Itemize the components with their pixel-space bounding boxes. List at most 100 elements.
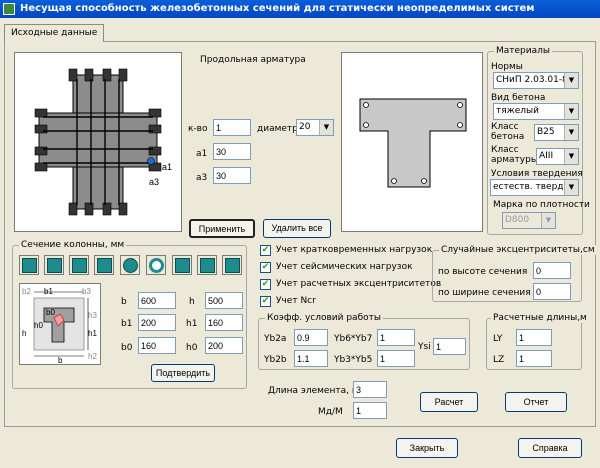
b1-input[interactable] [138, 314, 176, 331]
dim-b2: b2 [22, 287, 31, 296]
dim-b: b [58, 356, 63, 364]
element-length-input[interactable] [353, 381, 387, 398]
chevron-down-icon[interactable]: ▼ [564, 73, 578, 88]
check-seismic-loads[interactable]: ✔ [260, 262, 271, 273]
a1-input[interactable] [213, 143, 251, 160]
chevron-down-icon[interactable]: ▼ [564, 180, 578, 195]
a3-label: а3 [196, 173, 208, 183]
h-input[interactable] [205, 292, 243, 309]
md-input[interactable] [353, 402, 387, 419]
coeffs-title: Коэфф. условий работы [265, 313, 383, 323]
check-eccentricities[interactable]: ✔ [260, 279, 271, 290]
section-shape-ring-button[interactable] [146, 255, 166, 275]
b0-input[interactable] [138, 337, 176, 354]
chevron-down-icon[interactable]: ▼ [319, 120, 333, 135]
confirm-button[interactable]: Подтвердить [151, 364, 215, 382]
norms-label: Нормы [491, 62, 523, 72]
calculate-button[interactable]: Расчет [420, 392, 478, 412]
hardening-label: Условия твердения [491, 169, 583, 179]
ecc-width-input[interactable] [533, 283, 571, 300]
tab-input-data[interactable]: Исходные данные [4, 24, 105, 42]
ly-label: LY [493, 334, 503, 344]
section-shape-cross-button[interactable] [94, 255, 114, 275]
section-shape-c-button[interactable] [197, 255, 217, 275]
circle-section-icon [123, 258, 138, 273]
density-label: Марка по плотности [493, 200, 590, 210]
a3-input[interactable] [213, 167, 251, 184]
h0-input[interactable] [205, 337, 243, 354]
section-preview-picture [341, 52, 483, 232]
apply-button[interactable]: Применить [189, 219, 255, 238]
dim-b1: b1 [44, 287, 53, 296]
section-cross-drawing: а1 а3 [34, 68, 172, 216]
b0-label: b0 [121, 343, 133, 353]
close-button[interactable]: Закрыть [396, 438, 458, 458]
chevron-down-icon: ▼ [541, 213, 555, 228]
cross-section-icon [97, 258, 112, 273]
check-ncr[interactable]: ✔ [260, 296, 271, 307]
yb3yb5-label: Yb3*Yb5 [334, 355, 373, 365]
report-button[interactable]: Отчет [505, 392, 567, 412]
chevron-down-icon[interactable]: ▼ [564, 125, 578, 140]
h1-input[interactable] [205, 314, 243, 331]
a1-label: а1 [196, 149, 208, 159]
yb2b-input[interactable] [294, 350, 328, 367]
yb2b-label: Yb2b [264, 355, 287, 365]
concrete-class-select[interactable]: В25 ▼ [534, 124, 579, 141]
ysi-label: Ysi [418, 342, 431, 352]
dim-h1: h1 [88, 329, 97, 338]
check-eccentricities-label: Учет расчетных эксцентриситетов [276, 279, 442, 289]
rebar-class-select[interactable]: АIII ▼ [536, 148, 579, 165]
help-button[interactable]: Справка [518, 438, 582, 458]
ecc-height-input[interactable] [533, 262, 571, 279]
diameter-select[interactable]: 20 ▼ [296, 119, 334, 136]
h-label: h [189, 297, 195, 307]
section-rebar-picture[interactable]: а1 а3 [14, 52, 182, 232]
rebar-title: Продольная арматура [200, 55, 306, 65]
check-short-term-loads[interactable]: ✔ [260, 245, 271, 256]
dim-b0: b0 [46, 308, 55, 317]
section-shape-rect-button[interactable] [19, 255, 39, 275]
lz-input[interactable] [516, 350, 552, 367]
concrete-type-label: Вид бетона [491, 93, 546, 103]
check-ncr-label: Учет Ncr [276, 296, 316, 306]
dim-h0: h0 [34, 321, 43, 330]
section-title: Сечение колонны, мм [19, 240, 127, 250]
i-section-icon [72, 258, 87, 273]
check-seismic-loads-label: Учет сейсмических нагрузок [276, 262, 413, 272]
ly-input[interactable] [516, 329, 552, 346]
chevron-down-icon[interactable]: ▼ [564, 104, 578, 119]
title-bar: Несущая способность железобетонных сечен… [0, 0, 600, 18]
section-shape-circle-button[interactable] [120, 255, 140, 275]
chevron-down-icon[interactable]: ▼ [564, 149, 578, 164]
count-label: к-во [188, 124, 208, 134]
hardening-select[interactable]: естеств. тверде ▼ [490, 179, 579, 196]
rebar-class-label: Класс арматуры [491, 145, 538, 165]
section-shape-cross2-button[interactable] [222, 255, 242, 275]
section-shape-i-button[interactable] [69, 255, 89, 275]
ysi-input[interactable] [433, 338, 466, 355]
norms-select[interactable]: СНиП 2.03.01-84 ▼ [493, 72, 579, 89]
concrete-class-label: Класс бетона [491, 122, 525, 142]
yb3yb5-input[interactable] [377, 350, 415, 367]
delete-all-button[interactable]: Удалить все [263, 219, 331, 238]
b-label: b [121, 297, 127, 307]
lz-label: LZ [493, 355, 505, 365]
section-shape-t-button[interactable] [44, 255, 64, 275]
yb2a-input[interactable] [294, 329, 328, 346]
h0-label: h0 [186, 343, 198, 353]
window-title: Несущая способность железобетонных сечен… [20, 3, 535, 14]
dim-h: h [22, 329, 26, 338]
h1-label: h1 [186, 319, 198, 329]
count-input[interactable] [213, 119, 251, 136]
concrete-type-select[interactable]: тяжелый ▼ [493, 103, 579, 120]
dim-h2: h2 [88, 352, 97, 361]
b-input[interactable] [138, 292, 176, 309]
materials-title: Материалы [494, 46, 552, 56]
eccentricity-title: Случайные эксцентриситеты,см [439, 245, 597, 255]
yb6yb7-input[interactable] [377, 329, 415, 346]
section-shape-l-button[interactable] [172, 255, 192, 275]
dim-h3: h3 [88, 311, 97, 320]
density-select: D800 ▼ [502, 212, 556, 229]
c-section-icon [200, 258, 215, 273]
